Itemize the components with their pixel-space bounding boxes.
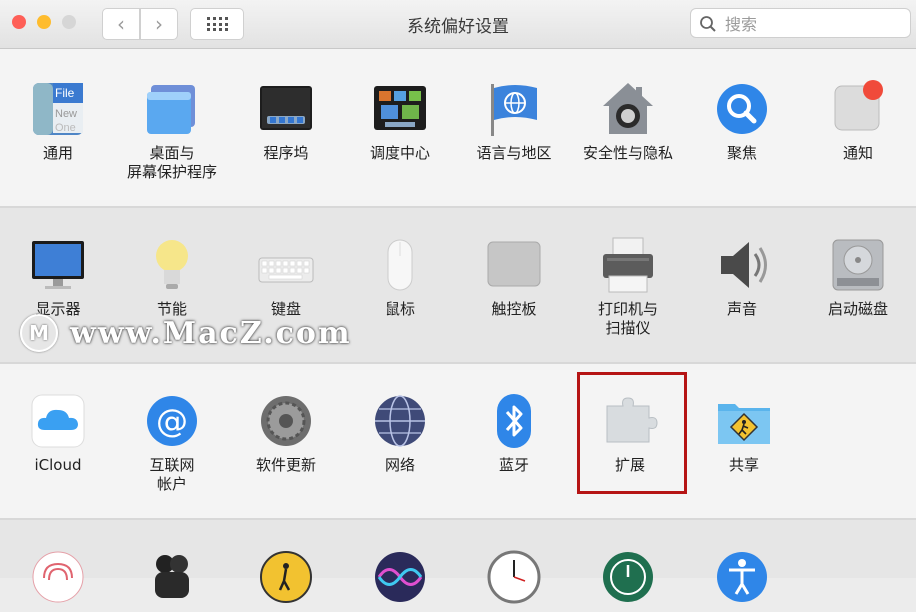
- pref-date-time[interactable]: [457, 548, 571, 612]
- accessibility-icon: [713, 548, 771, 606]
- pref-label: 语言与地区: [476, 144, 552, 162]
- pref-label: 互联网 帐户: [149, 456, 195, 493]
- search-icon: [700, 16, 716, 32]
- pref-label: 触控板: [491, 300, 537, 318]
- pref-software-update[interactable]: 软件更新: [229, 392, 343, 475]
- pref-language-region[interactable]: 语言与地区: [457, 80, 571, 163]
- pref-label: 启动磁盘: [827, 300, 888, 318]
- mission-control-icon: [371, 80, 429, 138]
- pref-dock[interactable]: 程序坞: [229, 80, 343, 163]
- pref-accessibility[interactable]: [685, 548, 799, 612]
- language-region-icon: [485, 80, 543, 138]
- internet-accounts-icon: @: [143, 392, 201, 450]
- pref-label: 通知: [842, 144, 873, 162]
- icloud-icon: [29, 392, 87, 450]
- svg-text:New: New: [55, 108, 77, 120]
- desktop-screensaver-icon: [143, 80, 201, 138]
- search-input[interactable]: [723, 13, 907, 35]
- dock-icon: [257, 80, 315, 138]
- pref-parental-controls[interactable]: [229, 548, 343, 612]
- security-privacy-icon: [599, 80, 657, 138]
- software-update-icon: [257, 392, 315, 450]
- pref-users-groups[interactable]: [115, 548, 229, 612]
- search-field[interactable]: [690, 8, 911, 38]
- pref-security-privacy[interactable]: 安全性与隐私: [571, 80, 685, 163]
- pref-label: 鼠标: [384, 300, 415, 318]
- pref-startup-disk[interactable]: 启动磁盘: [801, 236, 915, 319]
- pref-desktop-screensaver[interactable]: 桌面与 屏幕保护程序: [115, 80, 229, 182]
- pref-label: 桌面与 屏幕保护程序: [126, 144, 217, 181]
- pref-printers-scanners[interactable]: 打印机与 扫描仪: [571, 236, 685, 338]
- trackpad-icon: [485, 236, 543, 294]
- spotlight-icon: [713, 80, 771, 138]
- svg-text:One: One: [55, 122, 76, 134]
- pref-internet-accounts[interactable]: @ 互联网 帐户: [115, 392, 229, 494]
- pref-siri[interactable]: [343, 548, 457, 612]
- touch-id-icon: [29, 548, 87, 606]
- pref-label: 网络: [384, 456, 415, 474]
- pref-network[interactable]: 网络: [343, 392, 457, 475]
- displays-icon: [29, 236, 87, 294]
- pref-label: 调度中心: [369, 144, 430, 162]
- sound-icon: [713, 236, 771, 294]
- pref-notifications[interactable]: 通知: [801, 80, 915, 163]
- pref-label: iCloud: [34, 456, 82, 474]
- watermark: M www.MacZ.com: [20, 311, 352, 355]
- pref-keyboard[interactable]: 键盘: [229, 236, 343, 319]
- sharing-icon: [715, 392, 773, 450]
- users-groups-icon: [143, 548, 201, 606]
- pref-energy-saver[interactable]: 节能: [115, 236, 229, 319]
- network-icon: [371, 392, 429, 450]
- energy-saver-icon: [143, 236, 201, 294]
- pref-touch-id[interactable]: [1, 548, 115, 612]
- watermark-text: www.MacZ.com: [70, 315, 352, 351]
- pref-time-machine[interactable]: [571, 548, 685, 612]
- pref-label: 声音: [726, 300, 757, 318]
- pref-sharing[interactable]: 共享: [687, 392, 801, 475]
- pref-displays[interactable]: 显示器: [1, 236, 115, 319]
- pref-label: 聚焦: [726, 144, 757, 162]
- watermark-logo: M: [20, 314, 58, 352]
- pref-label: 通用: [42, 144, 73, 162]
- printers-scanners-icon: [599, 236, 657, 294]
- parental-controls-icon: [257, 548, 315, 606]
- svg-text:File: File: [55, 86, 75, 100]
- pref-mouse[interactable]: 鼠标: [343, 236, 457, 319]
- pref-label: 共享: [728, 456, 759, 474]
- bluetooth-icon: [485, 392, 543, 450]
- date-time-icon: [485, 548, 543, 606]
- pref-label: 安全性与隐私: [582, 144, 673, 162]
- extensions-highlight-box: [577, 372, 687, 494]
- startup-disk-icon: [829, 236, 887, 294]
- notifications-icon: [829, 80, 887, 138]
- time-machine-icon: [599, 548, 657, 606]
- pref-label: 软件更新: [255, 456, 316, 474]
- pref-label: 蓝牙: [498, 456, 529, 474]
- pref-sound[interactable]: 声音: [685, 236, 799, 319]
- pref-label: 程序坞: [263, 144, 309, 162]
- pref-spotlight[interactable]: 聚焦: [685, 80, 799, 163]
- pref-bluetooth[interactable]: 蓝牙: [457, 392, 571, 475]
- keyboard-icon: [257, 236, 315, 294]
- siri-icon: [371, 548, 429, 606]
- pref-icloud[interactable]: iCloud: [1, 392, 115, 475]
- pref-trackpad[interactable]: 触控板: [457, 236, 571, 319]
- general-icon: File New One: [29, 80, 87, 138]
- pref-label: 打印机与 扫描仪: [597, 300, 658, 337]
- svg-text:@: @: [156, 402, 188, 440]
- pref-general[interactable]: File New One 通用: [1, 80, 115, 163]
- title-bar: ‹ › 系统偏好设置: [0, 0, 916, 49]
- mouse-icon: [371, 236, 429, 294]
- pref-mission-control[interactable]: 调度中心: [343, 80, 457, 163]
